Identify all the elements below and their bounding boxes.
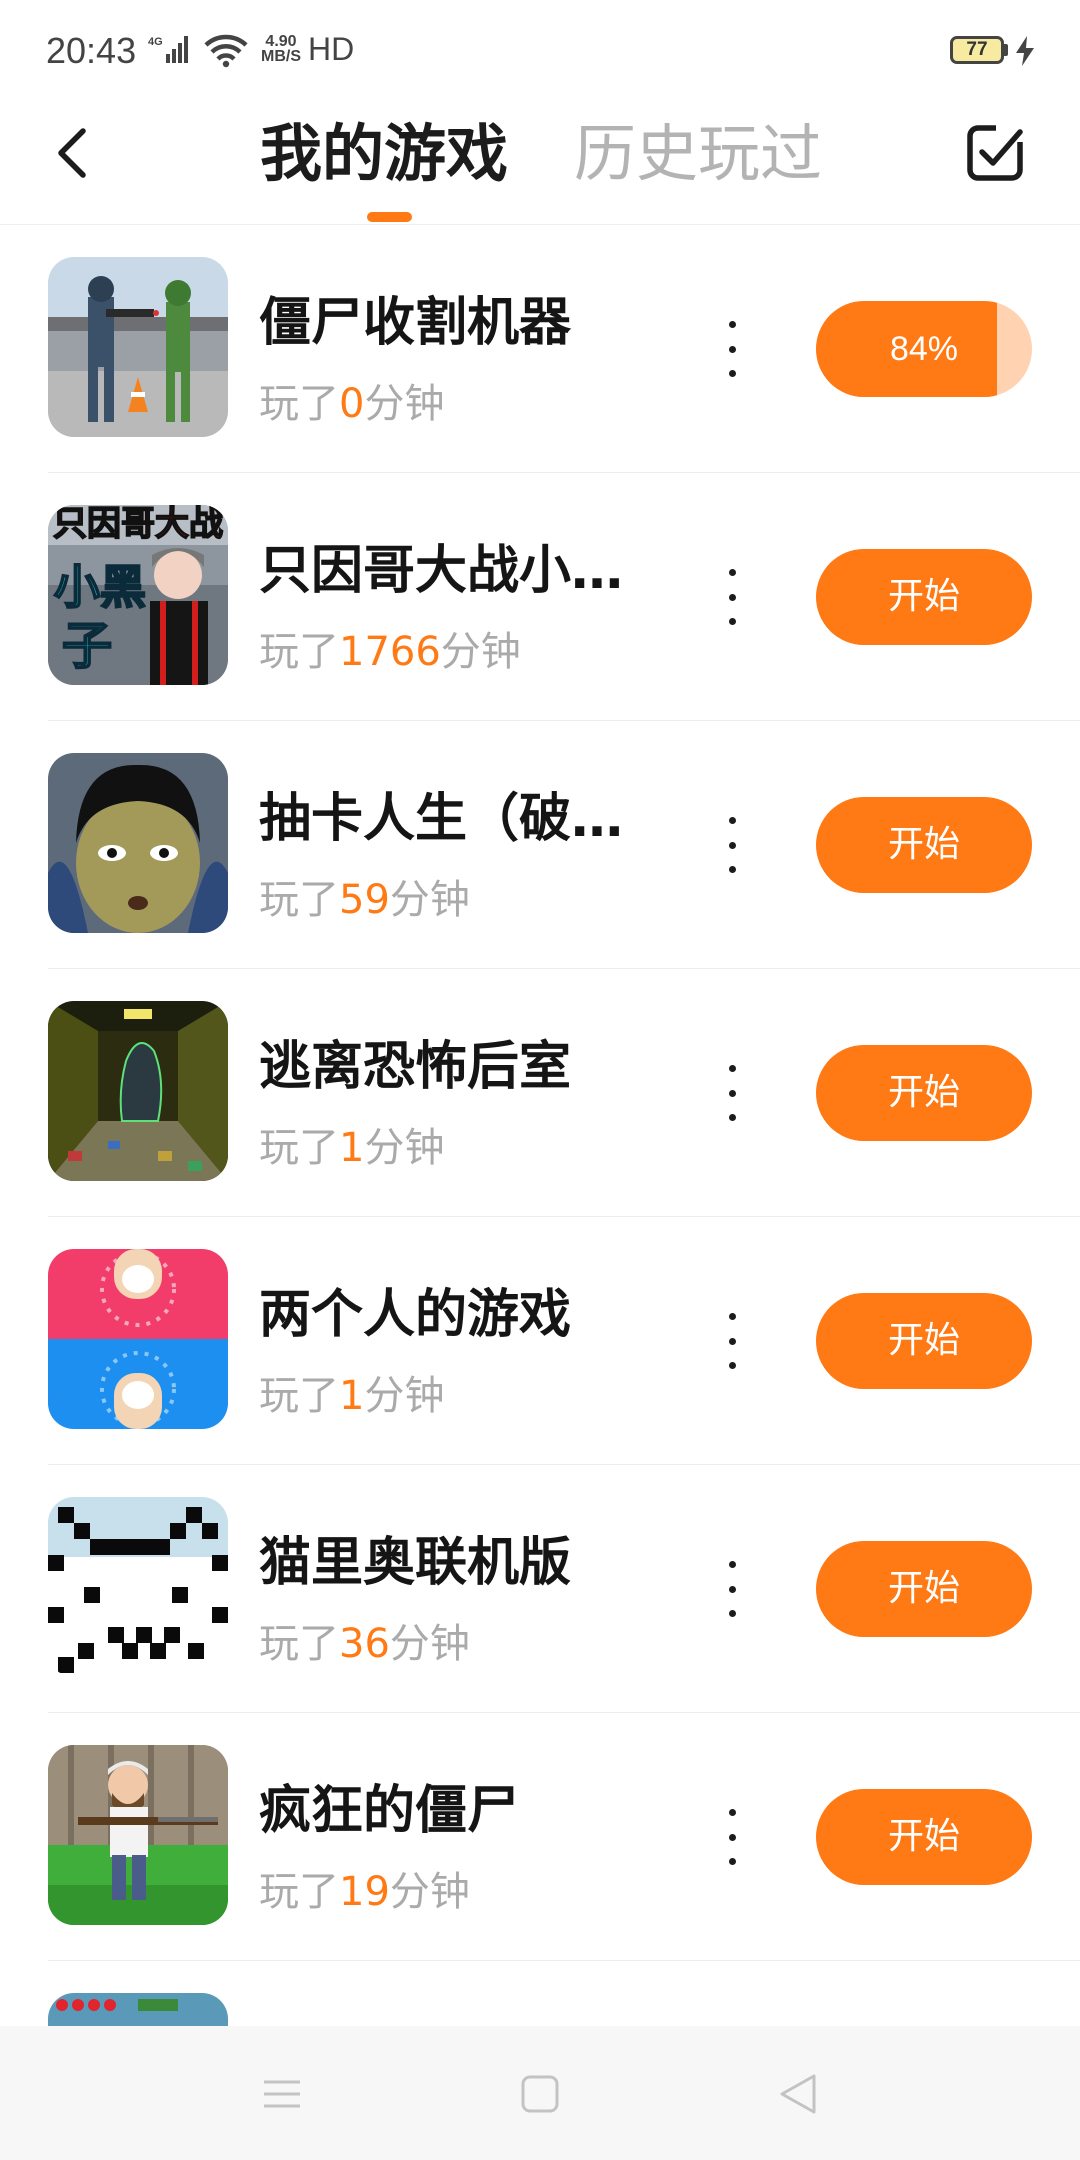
back-button[interactable] <box>38 120 104 186</box>
play-time-suffix: 分钟 <box>364 1373 445 1419</box>
header: 我的游戏 历史玩过 <box>0 100 1080 225</box>
play-time-prefix: 玩了 <box>259 1869 339 1915</box>
play-minutes: 36 <box>339 1621 390 1667</box>
start-button[interactable]: 开始 <box>816 1789 1032 1885</box>
game-title: 疯狂的僵尸 <box>259 1781 520 1841</box>
more-options-icon[interactable] <box>712 1561 752 1617</box>
play-time-prefix: 玩了 <box>259 1373 339 1419</box>
back-triangle-icon[interactable] <box>770 2066 826 2122</box>
start-button[interactable]: 开始 <box>816 549 1032 645</box>
more-options-icon[interactable] <box>712 569 752 625</box>
play-time-suffix: 分钟 <box>389 877 470 923</box>
play-time-prefix: 玩了 <box>259 877 339 923</box>
icon-caption-left: 小黑 <box>54 560 146 614</box>
network-speed-value: 4.90 <box>265 33 297 50</box>
play-time-suffix: 分钟 <box>389 1869 470 1915</box>
manage-checkbox-icon[interactable] <box>966 122 1026 182</box>
icon-caption-bottom: 子 <box>62 617 112 675</box>
download-progress-button[interactable]: 84% <box>816 301 1032 397</box>
network-type: 4G <box>148 36 163 48</box>
game-icon-xiaoheizi[interactable]: 只因哥大战 小黑 子 <box>48 505 228 685</box>
game-title: 僵尸收割机器 <box>259 293 572 353</box>
play-minutes: 19 <box>339 1869 390 1915</box>
active-tab-indicator <box>367 212 412 222</box>
tab-my-games[interactable]: 我的游戏 <box>260 114 508 194</box>
battery-icon: 77 <box>950 36 1004 64</box>
play-time: 玩了59分钟 <box>259 876 470 924</box>
play-time-prefix: 玩了 <box>259 1125 339 1171</box>
network-speed: 4.90 MB/S <box>256 33 306 65</box>
play-time: 玩了1766分钟 <box>259 628 521 676</box>
more-options-icon[interactable] <box>712 321 752 377</box>
more-options-icon[interactable] <box>712 817 752 873</box>
game-icon-two-players[interactable] <box>48 1249 228 1429</box>
menu-icon[interactable] <box>254 2066 310 2122</box>
list-item[interactable]: 僵尸收割机器 玩了0分钟 84% <box>0 225 1080 473</box>
play-time: 玩了1分钟 <box>259 1124 444 1172</box>
more-options-icon[interactable] <box>712 1313 752 1369</box>
list-item[interactable]: 猫里奥联机版 玩了36分钟 开始 <box>0 1465 1080 1713</box>
chevron-left-icon <box>58 128 86 178</box>
play-time: 玩了19分钟 <box>259 1868 470 1916</box>
play-time: 玩了36分钟 <box>259 1620 470 1668</box>
backrooms-icon <box>48 1001 228 1181</box>
start-button[interactable]: 开始 <box>816 1045 1032 1141</box>
game-list: 僵尸收割机器 玩了0分钟 84% 只因哥大战 小黑 子 只因哥大战小… 玩了17… <box>0 225 1080 2160</box>
list-item[interactable]: 疯狂的僵尸 玩了19分钟 开始 <box>0 1713 1080 1961</box>
game-title: 逃离恐怖后室 <box>259 1037 572 1097</box>
list-item[interactable]: 逃离恐怖后室 玩了1分钟 开始 <box>0 969 1080 1217</box>
system-navigation-bar <box>0 2026 1080 2160</box>
soldiers-icon <box>48 257 228 437</box>
game-icon-backrooms[interactable] <box>48 1001 228 1181</box>
pixel-cat-icon <box>48 1497 228 1677</box>
game-icon-soldiers[interactable] <box>48 257 228 437</box>
wifi-icon <box>204 34 248 68</box>
play-time-prefix: 玩了 <box>259 381 339 427</box>
icon-caption-top: 只因哥大战 <box>53 505 223 544</box>
home-square-icon[interactable] <box>512 2066 568 2122</box>
play-minutes: 59 <box>339 877 390 923</box>
more-options-icon[interactable] <box>712 1809 752 1865</box>
start-button[interactable]: 开始 <box>816 797 1032 893</box>
list-item[interactable]: 两个人的游戏 玩了1分钟 开始 <box>0 1217 1080 1465</box>
game-icon-cat-mario[interactable] <box>48 1497 228 1677</box>
play-time-suffix: 分钟 <box>389 1621 470 1667</box>
play-minutes: 1 <box>339 1373 365 1419</box>
game-icon-card-life[interactable] <box>48 753 228 933</box>
tab-history-played[interactable]: 历史玩过 <box>574 114 822 194</box>
battery-tip <box>1004 44 1008 56</box>
xiaoheizi-icon: 只因哥大战 小黑 子 <box>48 505 228 685</box>
start-button[interactable]: 开始 <box>816 1541 1032 1637</box>
play-minutes: 0 <box>339 381 365 427</box>
play-time: 玩了1分钟 <box>259 1372 444 1420</box>
face-icon <box>48 753 228 933</box>
charging-bolt-icon <box>1016 36 1034 66</box>
game-icon-crazy-zombie[interactable] <box>48 1745 228 1925</box>
status-time: 20:43 <box>46 30 137 71</box>
play-time: 玩了0分钟 <box>259 380 444 428</box>
play-minutes: 1766 <box>339 629 441 675</box>
play-time-prefix: 玩了 <box>259 1621 339 1667</box>
play-time-suffix: 分钟 <box>440 629 521 675</box>
play-minutes: 1 <box>339 1125 365 1171</box>
play-time-suffix: 分钟 <box>364 381 445 427</box>
game-title: 只因哥大战小… <box>259 541 624 601</box>
network-speed-unit: MB/S <box>261 48 301 65</box>
list-item[interactable]: 抽卡人生（破… 玩了59分钟 开始 <box>0 721 1080 969</box>
game-title: 抽卡人生（破… <box>259 789 624 849</box>
play-time-prefix: 玩了 <box>259 629 339 675</box>
crazy-dave-icon <box>48 1745 228 1925</box>
my-games-screen: 20:43 4G 4.90 MB/S HD 77 我的游戏 历史玩过 僵尸收割机… <box>0 0 1080 2160</box>
progress-label: 84% <box>889 330 959 368</box>
game-title: 两个人的游戏 <box>259 1285 572 1345</box>
list-item[interactable]: 只因哥大战 小黑 子 只因哥大战小… 玩了1766分钟 开始 <box>0 473 1080 721</box>
cellular-signal-icon: 4G <box>148 36 188 63</box>
start-button[interactable]: 开始 <box>816 1293 1032 1389</box>
status-bar: 20:43 4G 4.90 MB/S HD 77 <box>0 0 1080 100</box>
two-fingers-icon <box>48 1249 228 1429</box>
hd-indicator: HD <box>308 31 355 67</box>
play-time-suffix: 分钟 <box>364 1125 445 1171</box>
more-options-icon[interactable] <box>712 1065 752 1121</box>
game-title: 猫里奥联机版 <box>259 1533 572 1593</box>
